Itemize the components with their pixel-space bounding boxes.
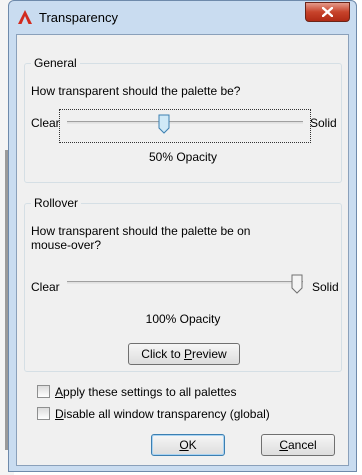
ok-button-accel: O xyxy=(179,438,189,452)
transparency-dialog: Transparency General How transparent sho… xyxy=(8,0,357,472)
rollover-question: How transparent should the palette be on… xyxy=(31,224,251,252)
rollover-slider-thumb[interactable] xyxy=(291,274,303,294)
ok-button-label: K xyxy=(188,438,197,452)
general-group: General How transparent should the palet… xyxy=(24,56,342,183)
disable-transparency-label: Disable all window transparency (global) xyxy=(55,407,270,421)
close-button[interactable] xyxy=(305,2,350,22)
click-to-preview-button[interactable]: Click to Preview xyxy=(128,343,240,365)
general-group-title: General xyxy=(31,56,80,70)
apply-all-palettes-checkbox[interactable] xyxy=(37,385,50,398)
preview-button-label-pre: Click to xyxy=(141,347,184,361)
general-slider-track xyxy=(67,121,303,124)
rollover-solid-label: Solid xyxy=(312,280,339,294)
dialog-client-area: General How transparent should the palet… xyxy=(16,34,349,466)
general-clear-label: Clear xyxy=(31,116,60,130)
rollover-slider-track xyxy=(67,281,303,284)
general-slider-thumb[interactable] xyxy=(158,114,170,134)
general-solid-label: Solid xyxy=(310,116,337,130)
general-opacity-text: 50% Opacity xyxy=(148,150,218,164)
rollover-opacity-slider[interactable] xyxy=(67,274,303,294)
close-icon xyxy=(322,7,333,17)
cancel-button-accel: C xyxy=(279,438,288,452)
title-bar[interactable]: Transparency xyxy=(9,1,356,34)
general-opacity-slider[interactable] xyxy=(67,114,303,134)
disable-transparency-checkbox[interactable] xyxy=(37,407,50,420)
rollover-group: Rollover How transparent should the pale… xyxy=(24,196,342,372)
ok-button[interactable]: OK xyxy=(151,434,225,456)
window-title: Transparency xyxy=(39,10,118,25)
autocad-a-icon xyxy=(18,10,32,24)
apply-all-palettes-label: Apply these settings to all palettes xyxy=(55,385,237,399)
preview-button-accel: P xyxy=(183,347,192,361)
preview-button-label-post: review xyxy=(192,347,227,361)
rollover-clear-label: Clear xyxy=(31,280,60,294)
cancel-button[interactable]: Cancel xyxy=(261,434,335,456)
cancel-button-label: ancel xyxy=(287,438,317,452)
general-question: How transparent should the palette be? xyxy=(31,84,241,98)
rollover-opacity-text: 100% Opacity xyxy=(145,312,221,326)
rollover-group-title: Rollover xyxy=(31,196,82,210)
